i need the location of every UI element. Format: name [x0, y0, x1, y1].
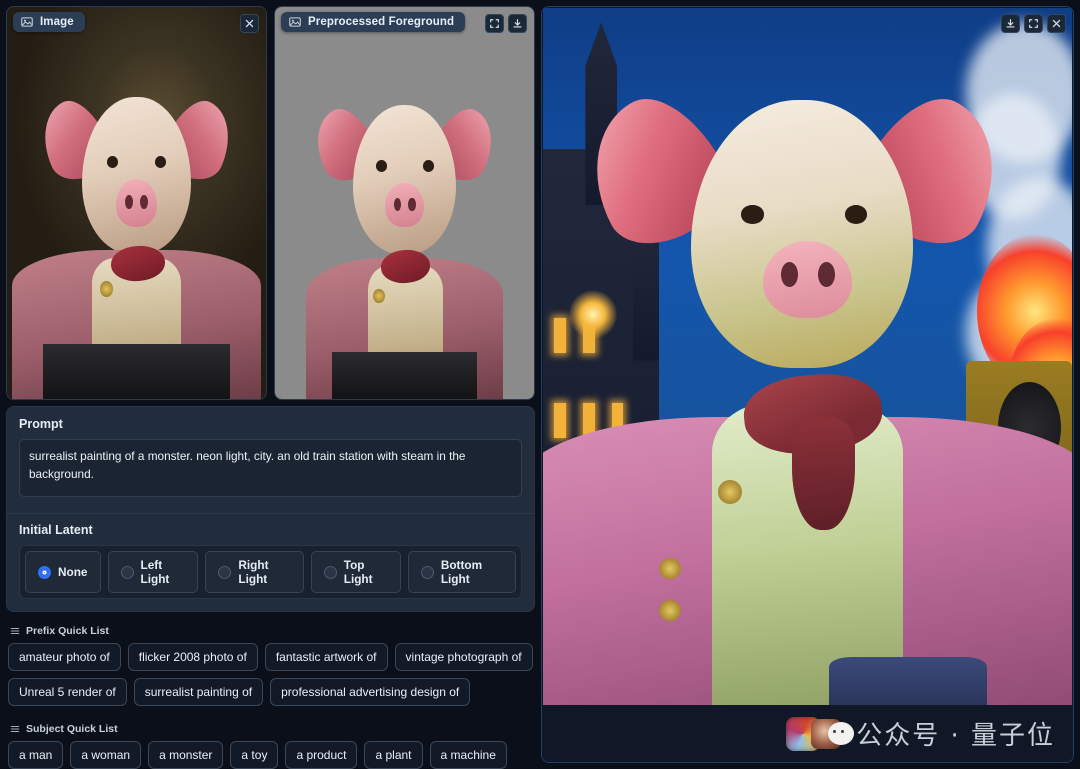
- input-image-artwork: [7, 7, 266, 399]
- image-icon: [289, 17, 301, 27]
- subject-quick-list-section: Subject Quick List a man a woman a monst…: [6, 720, 535, 769]
- fullscreen-icon[interactable]: [1024, 14, 1043, 33]
- prefix-pill[interactable]: Unreal 5 render of: [8, 678, 127, 706]
- prefix-pill[interactable]: surrealist painting of: [133, 678, 264, 706]
- prefix-pill[interactable]: fantastic artwork of: [264, 643, 388, 671]
- initial-latent-label: Initial Latent: [19, 523, 93, 537]
- close-icon[interactable]: [1047, 14, 1066, 33]
- prefix-quick-list-pills: amateur photo of flicker 2008 photo of f…: [6, 643, 535, 706]
- radio-label: Left Light: [140, 558, 170, 586]
- subject-pill[interactable]: a machine: [429, 741, 507, 769]
- initial-latent-radio-group: None Left Light Right Light Top Light Bo…: [19, 545, 522, 599]
- radio-option-none[interactable]: None: [25, 551, 101, 593]
- preprocessed-title: Preprocessed Foreground: [308, 16, 455, 28]
- subject-quick-list-pills: a man a woman a monster a toy a product …: [6, 741, 535, 769]
- radio-label: Bottom Light: [440, 558, 483, 586]
- prompt-card: Prompt Initial Latent None Left Light Ri…: [6, 406, 535, 612]
- radio-option-bottom-light[interactable]: Bottom Light: [407, 551, 516, 593]
- radio-dot-icon: [323, 565, 337, 579]
- subject-pill[interactable]: a product: [285, 741, 358, 769]
- radio-dot-icon: [420, 565, 434, 579]
- list-icon: [10, 726, 20, 732]
- subject-pill[interactable]: a toy: [230, 741, 279, 769]
- image-preview-row: Image Preprocessed Foreground: [6, 6, 535, 400]
- subject-pill[interactable]: a woman: [70, 741, 142, 769]
- subject-quick-list-title: Subject Quick List: [26, 723, 118, 735]
- preprocessed-tools: [485, 14, 527, 33]
- close-icon[interactable]: [240, 14, 259, 33]
- radio-dot-icon: [120, 565, 134, 579]
- watermark-text: 公众号 · 量子位: [856, 721, 1055, 751]
- result-tools: [1001, 14, 1066, 33]
- prefix-pill[interactable]: vintage photograph of: [394, 643, 533, 671]
- preprocessed-foreground-artwork: [275, 7, 534, 399]
- subject-pill[interactable]: a plant: [364, 741, 423, 769]
- fullscreen-icon[interactable]: [485, 14, 504, 33]
- result-image-artwork: [543, 8, 1072, 713]
- watermark: 公众号 · 量子位: [786, 715, 1055, 752]
- download-icon[interactable]: [1001, 14, 1020, 33]
- input-image-panel[interactable]: Image: [6, 6, 267, 400]
- radio-option-right-light[interactable]: Right Light: [205, 551, 304, 593]
- download-icon[interactable]: [508, 14, 527, 33]
- prefix-quick-list-section: Prefix Quick List amateur photo of flick…: [6, 622, 535, 706]
- input-image-title-chip: Image: [13, 12, 85, 32]
- input-image-tools: [240, 14, 259, 33]
- left-column: Image Preprocessed Foreground Prompt sur…: [0, 0, 541, 769]
- radio-dot-icon: [218, 565, 232, 579]
- card-divider: [7, 513, 534, 514]
- right-column: 公众号 · 量子位: [541, 0, 1080, 769]
- radio-dot-icon: [38, 565, 51, 579]
- image-icon: [21, 17, 33, 27]
- input-image-title: Image: [40, 16, 74, 28]
- wechat-icon: [828, 722, 855, 745]
- prompt-label: Prompt: [19, 417, 63, 431]
- subject-pill[interactable]: a man: [8, 741, 64, 769]
- subject-pill[interactable]: a monster: [148, 741, 224, 769]
- radio-option-left-light[interactable]: Left Light: [107, 551, 199, 593]
- prefix-quick-list-title: Prefix Quick List: [26, 625, 109, 637]
- radio-label: Right Light: [238, 558, 269, 586]
- prefix-pill[interactable]: flicker 2008 photo of: [127, 643, 258, 671]
- prefix-pill[interactable]: professional advertising design of: [270, 678, 471, 706]
- prefix-pill[interactable]: amateur photo of: [8, 643, 121, 671]
- prefix-quick-list-header: Prefix Quick List: [6, 622, 535, 643]
- prompt-input[interactable]: [19, 439, 522, 497]
- list-icon: [10, 628, 20, 634]
- radio-label: None: [58, 565, 88, 579]
- radio-option-top-light[interactable]: Top Light: [310, 551, 401, 593]
- result-footer: 公众号 · 量子位: [542, 705, 1073, 762]
- app-root: Image Preprocessed Foreground Prompt sur…: [0, 0, 1080, 769]
- preprocessed-foreground-panel[interactable]: Preprocessed Foreground: [274, 6, 535, 400]
- result-panel[interactable]: 公众号 · 量子位: [541, 6, 1074, 763]
- subject-quick-list-header: Subject Quick List: [6, 720, 535, 741]
- radio-label: Top Light: [343, 558, 373, 586]
- preprocessed-title-chip: Preprocessed Foreground: [281, 12, 466, 32]
